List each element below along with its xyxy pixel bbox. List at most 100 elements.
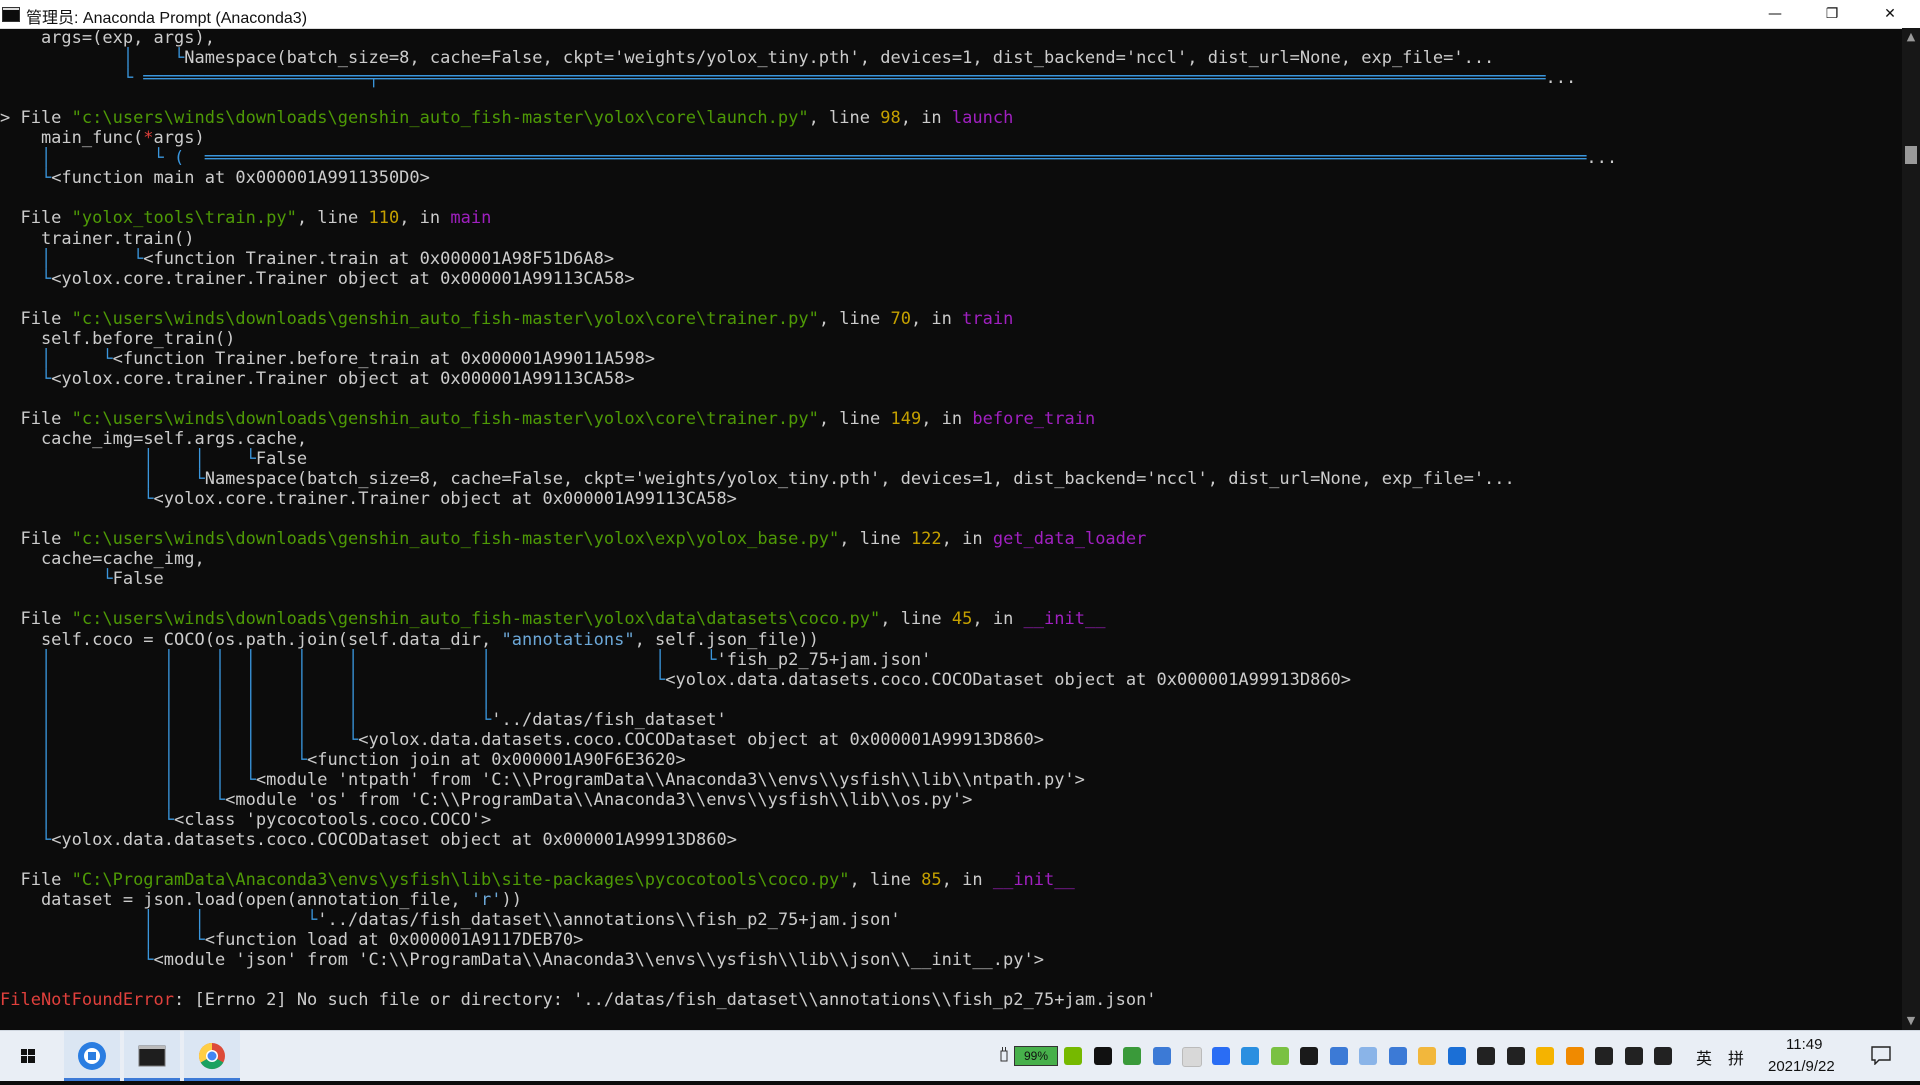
terminal-text: False bbox=[255, 449, 308, 470]
terminal-text: "c:\users\winds\downloads\genshin_auto_f… bbox=[71, 308, 819, 329]
scroll-down-arrow-icon[interactable]: ▼ bbox=[1902, 1012, 1920, 1030]
terminal-text: , line bbox=[818, 308, 891, 329]
terminal-line: └<function main at 0x000001A9911350D0> bbox=[0, 168, 430, 188]
battery-indicator[interactable]: 99% bbox=[1014, 1046, 1058, 1066]
traceback-tree: │ └ bbox=[0, 469, 205, 490]
cloud-icon[interactable] bbox=[1359, 1047, 1377, 1065]
terminal-line: self.coco = COCO(os.path.join(self.data_… bbox=[0, 630, 819, 650]
terminal-line: │ │ └False bbox=[0, 449, 307, 469]
terminal-line: │ └<function Trainer.train at 0x000001A9… bbox=[0, 249, 614, 269]
shield-icon[interactable] bbox=[1477, 1047, 1495, 1065]
sync-icon[interactable] bbox=[1241, 1047, 1259, 1065]
ime-language-indicator[interactable]: 英 bbox=[1696, 1045, 1712, 1069]
terminal-line: └<yolox.core.trainer.Trainer object at 0… bbox=[0, 269, 635, 289]
taskview-button[interactable] bbox=[64, 1031, 120, 1081]
network-icon[interactable] bbox=[1624, 1047, 1643, 1065]
tools-icon[interactable] bbox=[1123, 1047, 1141, 1065]
power-plug-icon[interactable] bbox=[998, 1047, 1010, 1065]
traceback-tree: │ │ │ │ │ │ │ └ bbox=[0, 669, 666, 690]
android-icon[interactable] bbox=[1270, 1047, 1289, 1065]
chrome-app[interactable] bbox=[184, 1031, 240, 1081]
terminal-output[interactable]: args=(exp, args), │ └Namespace(batch_siz… bbox=[0, 28, 1902, 1030]
terminal-text: 70 bbox=[890, 308, 911, 329]
nvidia-icon[interactable] bbox=[1064, 1047, 1082, 1065]
terminal-line: File "c:\users\winds\downloads\genshin_a… bbox=[0, 529, 1146, 549]
terminal-text: ... bbox=[1545, 68, 1577, 89]
terminal-text: 122 bbox=[910, 529, 942, 550]
terminal-text: <yolox.core.trainer.Trainer object at 0x… bbox=[153, 489, 737, 510]
flame-icon[interactable] bbox=[1565, 1047, 1584, 1065]
terminal-line: cache=cache_img, bbox=[0, 549, 205, 569]
terminal-line: FileNotFoundError: [Errno 2] No such fil… bbox=[0, 990, 1157, 1010]
update-icon[interactable] bbox=[1152, 1047, 1171, 1065]
terminal-text: , in bbox=[941, 870, 993, 891]
volume-icon[interactable] bbox=[1654, 1047, 1672, 1065]
scroll-up-arrow-icon[interactable]: ▲ bbox=[1902, 28, 1920, 46]
sun-icon[interactable] bbox=[1536, 1047, 1554, 1065]
game-icon[interactable] bbox=[1300, 1047, 1318, 1065]
terminal-text: , self.json_file)) bbox=[634, 629, 819, 650]
github-icon[interactable] bbox=[1093, 1047, 1112, 1065]
terminal-line: main_func(*args) bbox=[0, 128, 205, 148]
terminal-text: <yolox.data.datasets.coco.COCODataset ob… bbox=[358, 729, 1044, 750]
message-icon[interactable] bbox=[1388, 1047, 1407, 1065]
terminal-line: self.before_train() bbox=[0, 329, 235, 349]
traceback-tree: ══════════════════════╤═════════════════… bbox=[143, 68, 1546, 89]
terminal-text: False bbox=[112, 569, 164, 590]
bluetooth-icon[interactable] bbox=[1447, 1047, 1466, 1065]
terminal-text: (exp, args), bbox=[92, 28, 215, 48]
terminal-text: "C:\ProgramData\Anaconda3\envs\ysfish\li… bbox=[71, 870, 850, 891]
terminal-text: 110 bbox=[368, 208, 400, 229]
terminal-text: > File bbox=[0, 108, 72, 129]
terminal-text: self.before_train() bbox=[0, 328, 236, 349]
terminal-line: └False bbox=[0, 569, 164, 590]
traceback-tree: └ bbox=[0, 950, 154, 971]
terminal-text: main_func( bbox=[0, 128, 144, 149]
terminal-text: Namespace(batch_size=8, cache=False, ckp… bbox=[204, 469, 1515, 490]
terminal-text: , line bbox=[818, 408, 891, 429]
terminal-text: File bbox=[0, 529, 72, 550]
terminal-line: │ │ │ │ │ │ │ bbox=[0, 690, 491, 710]
terminal-text: , line bbox=[296, 208, 369, 229]
terminal-text: ... bbox=[1586, 148, 1618, 169]
traceback-tree: │ └ bbox=[0, 930, 205, 951]
restore-button[interactable]: ❐ bbox=[1804, 0, 1860, 28]
scroll-thumb[interactable] bbox=[1905, 146, 1917, 164]
terminal-text: <yolox.core.trainer.Trainer object at 0x… bbox=[51, 268, 635, 289]
scrollbar[interactable]: ▲ ▼ bbox=[1902, 28, 1920, 1030]
terminal-text: main bbox=[450, 208, 492, 229]
notification-center-icon[interactable] bbox=[1870, 1045, 1892, 1066]
terminal-icon bbox=[138, 1045, 166, 1067]
terminal-line: File "c:\users\winds\downloads\genshin_a… bbox=[0, 309, 1013, 329]
minimize-button[interactable]: — bbox=[1747, 0, 1803, 28]
terminal-text: "c:\users\winds\downloads\genshin_auto_f… bbox=[71, 408, 819, 429]
terminal-text: File bbox=[0, 208, 72, 229]
terminal-text: * bbox=[143, 128, 154, 149]
l-app-icon[interactable] bbox=[1211, 1047, 1230, 1065]
security-icon[interactable] bbox=[1329, 1047, 1348, 1065]
terminal-line: > File "c:\users\winds\downloads\genshin… bbox=[0, 108, 1013, 128]
battery-icon[interactable] bbox=[1595, 1047, 1613, 1065]
traceback-tree: │ │ │ │ │ │ └ bbox=[0, 709, 492, 730]
terminal-app[interactable] bbox=[124, 1031, 180, 1081]
terminal-line: │ │ └<module 'os' from 'C:\\ProgramData\… bbox=[0, 790, 972, 810]
terminal-line: │ └Namespace(batch_size=8, cache=False, … bbox=[0, 469, 1515, 490]
close-button[interactable]: ✕ bbox=[1862, 0, 1918, 28]
terminal-text: = bbox=[133, 429, 144, 449]
terminal-text: <function join at 0x000001A90F6E3620> bbox=[307, 749, 686, 770]
traceback-tree: │ │ │ │ │ └ bbox=[0, 729, 359, 750]
traceback-tree: └ bbox=[0, 268, 52, 289]
bing-icon[interactable] bbox=[1182, 1047, 1202, 1067]
terminal-text: before_train bbox=[972, 408, 1096, 429]
unity-icon[interactable] bbox=[1506, 1047, 1525, 1065]
folder-icon[interactable] bbox=[1418, 1047, 1436, 1065]
ime-mode-indicator[interactable]: 拼 bbox=[1728, 1045, 1744, 1069]
terminal-line: │ │ │ │ │ │ └'../datas/fish_dataset' bbox=[0, 710, 727, 730]
start-button[interactable] bbox=[0, 1031, 56, 1081]
terminal-text: : [Errno 2] No such file or directory: '… bbox=[174, 990, 1157, 1011]
clock-date[interactable]: 2021/9/22 bbox=[1768, 1058, 1835, 1075]
clock-time[interactable]: 11:49 bbox=[1786, 1036, 1822, 1053]
terminal-line: trainer.train() bbox=[0, 229, 195, 249]
terminal-text: cache_img bbox=[0, 429, 134, 449]
terminal-line: cache_img=self.args.cache, bbox=[0, 429, 307, 449]
